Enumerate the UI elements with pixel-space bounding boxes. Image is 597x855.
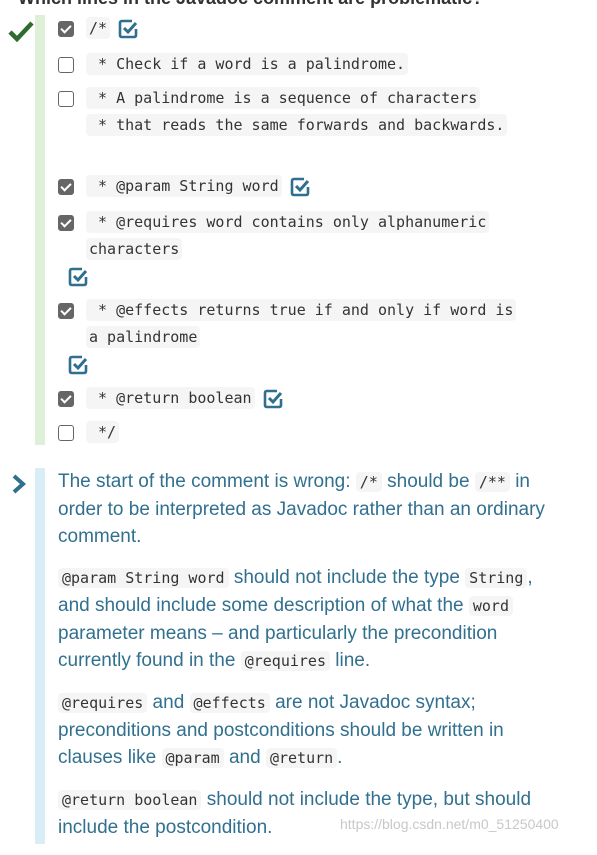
line-checkbox[interactable]: [58, 425, 74, 441]
line-checkbox[interactable]: [58, 303, 74, 319]
feedback-p3: @requires and @effects are not Javadoc s…: [58, 692, 504, 768]
line-code: */: [86, 419, 120, 446]
watermark: https://blog.csdn.net/m0_51250400: [340, 816, 559, 832]
feedback-p4: @return boolean should not include the t…: [58, 789, 532, 838]
line-checkbox[interactable]: [58, 57, 74, 73]
code-text: * @requires word contains only alphanume…: [86, 211, 490, 233]
feedback-p1: The start of the comment is wrong: /* sh…: [58, 471, 545, 547]
feedback: The start of the comment is wrong: /* sh…: [58, 468, 558, 855]
answer-correct-bar: [35, 15, 45, 445]
code-text: * @return boolean: [86, 387, 255, 409]
feedback-bar: [35, 468, 45, 844]
feedback-p2: @param String word should not include th…: [58, 567, 533, 671]
line-checkbox[interactable]: [58, 179, 74, 195]
line-code: * A palindrome is a sequence of characte…: [86, 85, 508, 139]
correct-check-icon: [68, 355, 88, 374]
checkmark-icon: [8, 21, 34, 42]
question-title: Which lines in the Javadoc comment are p…: [18, 0, 483, 9]
code-text: a palindrome: [86, 326, 201, 348]
code-text: * @effects returns true if and only if w…: [86, 299, 517, 321]
code-text: * @param String word: [86, 175, 282, 197]
line-code: * @effects returns true if and only if w…: [68, 297, 517, 378]
line-code: * @param String word: [86, 173, 310, 200]
code-text: * A palindrome is a sequence of characte…: [86, 87, 481, 109]
line-code: * Check if a word is a palindrome.: [86, 51, 409, 78]
line-code: /*: [86, 15, 138, 42]
code-text: */: [86, 421, 120, 443]
line-checkbox[interactable]: [58, 391, 74, 407]
code-text: * that reads the same forwards and backw…: [86, 114, 508, 136]
correct-check-icon: [118, 19, 138, 38]
line-code: * @requires word contains only alphanume…: [68, 209, 490, 290]
line-checkbox[interactable]: [58, 215, 74, 231]
code-text: characters: [86, 238, 183, 260]
line-code: * @return boolean: [86, 385, 283, 412]
line-checkbox[interactable]: [58, 91, 74, 107]
line-checkbox[interactable]: [58, 21, 74, 37]
correct-check-icon: [263, 389, 282, 408]
correct-check-icon: [290, 177, 309, 196]
code-text: /*: [86, 17, 111, 39]
chevron-right-icon[interactable]: [11, 474, 27, 494]
code-text: * Check if a word is a palindrome.: [86, 53, 409, 75]
correct-check-icon: [68, 267, 88, 286]
